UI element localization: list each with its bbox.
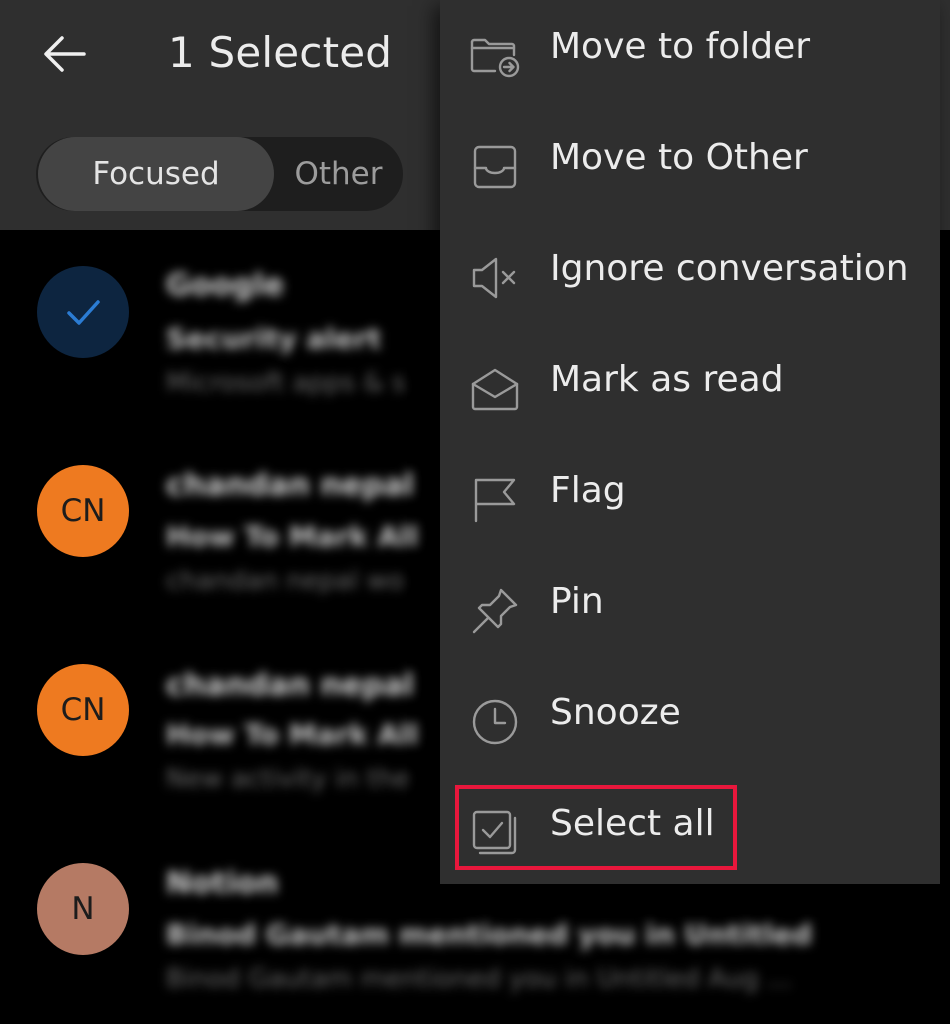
- tab-focused[interactable]: Focused: [38, 137, 274, 211]
- mail-sender: Google: [166, 268, 284, 303]
- pin-icon: [468, 584, 522, 638]
- select-all-icon: [468, 806, 522, 860]
- speaker-mute-icon: [468, 251, 522, 305]
- mail-subject: Security alert: [166, 322, 382, 355]
- inbox-tab-switcher: Focused Other: [36, 137, 403, 211]
- app-screen: 1 Selected Focused Other Google Security…: [0, 0, 950, 1024]
- mail-preview: chandan nepal wo: [166, 566, 404, 596]
- menu-item-label: Ignore conversation: [550, 248, 909, 289]
- menu-item-label: Move to folder: [550, 26, 811, 67]
- menu-item-label: Pin: [550, 581, 604, 622]
- selected-avatar[interactable]: [37, 266, 129, 358]
- mail-subject: Binod Gautam mentioned you in Untitled: [166, 918, 813, 951]
- mail-preview: Microsoft apps & s: [166, 368, 406, 398]
- mail-preview: Binod Gautam mentioned you in Untitled A…: [166, 964, 792, 994]
- menu-item-ignore-conversation[interactable]: Ignore conversation: [440, 222, 940, 333]
- mail-sender: Notion: [166, 866, 279, 901]
- menu-item-label: Flag: [550, 470, 626, 511]
- inbox-tray-icon: [468, 140, 522, 194]
- back-arrow-icon: [44, 36, 86, 72]
- menu-item-label: Snooze: [550, 692, 681, 733]
- menu-item-move-to-folder[interactable]: Move to folder: [440, 0, 940, 111]
- avatar[interactable]: CN: [37, 664, 129, 756]
- mail-subject: How To Mark All: [166, 718, 419, 751]
- mail-preview: New activity in the: [166, 764, 410, 794]
- clock-icon: [468, 695, 522, 749]
- avatar[interactable]: CN: [37, 465, 129, 557]
- menu-item-label: Move to Other: [550, 137, 808, 178]
- menu-item-select-all[interactable]: Select all: [440, 777, 940, 888]
- mail-subject: How To Mark All: [166, 520, 419, 553]
- mail-sender: chandan nepal: [166, 468, 414, 503]
- envelope-open-icon: [468, 362, 522, 416]
- menu-item-mark-as-read[interactable]: Mark as read: [440, 333, 940, 444]
- menu-item-flag[interactable]: Flag: [440, 444, 940, 555]
- overflow-menu: Move to folder Move to Other Ignore conv…: [440, 0, 940, 884]
- mail-sender: chandan nepal: [166, 668, 414, 703]
- back-button[interactable]: [36, 26, 92, 82]
- checkmark-icon: [67, 300, 100, 325]
- menu-item-label: Select all: [550, 803, 715, 844]
- menu-item-snooze[interactable]: Snooze: [440, 666, 940, 777]
- page-title: 1 Selected: [168, 28, 393, 77]
- tab-other[interactable]: Other: [274, 137, 403, 211]
- menu-item-move-to-other[interactable]: Move to Other: [440, 111, 940, 222]
- flag-icon: [468, 473, 522, 527]
- menu-item-pin[interactable]: Pin: [440, 555, 940, 666]
- avatar[interactable]: N: [37, 863, 129, 955]
- folder-move-icon: [468, 29, 522, 83]
- menu-item-label: Mark as read: [550, 359, 784, 400]
